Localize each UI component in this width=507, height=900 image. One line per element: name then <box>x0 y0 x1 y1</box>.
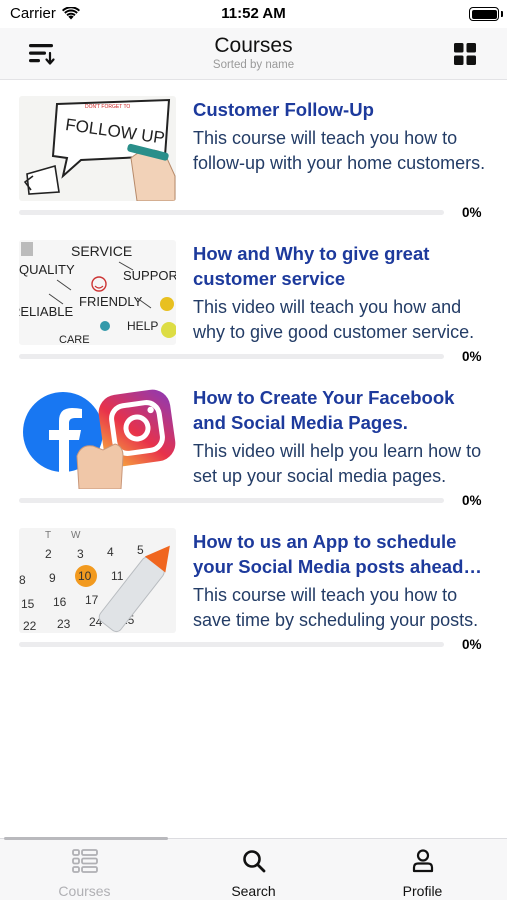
tab-search[interactable]: Search <box>169 839 338 900</box>
tab-bar: Courses Search Profile <box>0 837 507 900</box>
tab-profile[interactable]: Profile <box>338 839 507 900</box>
course-description: This course will teach you how to save t… <box>193 585 479 630</box>
svg-text:T: T <box>45 530 51 541</box>
svg-text:3: 3 <box>77 547 84 561</box>
svg-text:2: 2 <box>45 547 52 561</box>
course-item[interactable]: SERVICE QUALITY SUPPORT FRIENDLY RELIABL… <box>0 224 507 368</box>
svg-text:11: 11 <box>111 569 124 583</box>
course-thumbnail: T W 2 3 4 5 8 9 10 11 12 15 16 17 18 22 … <box>19 528 176 633</box>
course-thumbnail: DON'T FORGET TO FOLLOW UP <box>19 96 176 201</box>
course-item[interactable]: DON'T FORGET TO FOLLOW UP Customer Follo… <box>0 80 507 224</box>
sort-subtitle: Sorted by name <box>212 59 295 71</box>
tab-label: Profile <box>402 883 443 899</box>
tab-label: Courses <box>58 883 111 899</box>
page-title: Courses <box>214 34 293 57</box>
svg-text:QUALITY: QUALITY <box>19 262 75 277</box>
progress-percent: 0% <box>462 349 482 364</box>
course-title: How to us an App to schedule your Social… <box>193 531 482 577</box>
svg-text:17: 17 <box>85 593 99 607</box>
progress-percent: 0% <box>462 205 482 220</box>
course-thumbnail <box>19 384 176 489</box>
svg-text:16: 16 <box>53 595 67 609</box>
search-icon <box>242 850 265 873</box>
svg-text:RELIABLE: RELIABLE <box>19 304 73 319</box>
progress-percent: 0% <box>462 493 482 508</box>
course-title: How to Create Your Facebook and Social M… <box>193 387 455 433</box>
svg-text:CARE: CARE <box>59 334 90 345</box>
tab-label: Search <box>231 883 276 899</box>
course-thumbnail: SERVICE QUALITY SUPPORT FRIENDLY RELIABL… <box>19 240 176 345</box>
svg-text:SERVICE: SERVICE <box>71 243 132 259</box>
svg-text:5: 5 <box>137 543 144 557</box>
navigation-bar: Courses Sorted by name <box>0 28 507 80</box>
svg-text:8: 8 <box>19 573 26 587</box>
svg-text:W: W <box>71 530 81 541</box>
progress-percent: 0% <box>462 637 482 652</box>
svg-text:15: 15 <box>21 597 35 611</box>
grid-view-button[interactable] <box>449 38 481 70</box>
course-title: Customer Follow-Up <box>193 99 374 120</box>
profile-icon <box>412 849 433 873</box>
svg-text:4: 4 <box>107 545 114 559</box>
svg-text:HELP: HELP <box>127 319 158 333</box>
course-description: This course will teach you how to follow… <box>193 128 486 173</box>
svg-text:FRIENDLY: FRIENDLY <box>79 294 143 309</box>
svg-text:SUPPORT: SUPPORT <box>123 268 176 283</box>
course-description: This video will help you learn how to se… <box>193 441 482 486</box>
status-time: 11:52 AM <box>221 5 286 22</box>
tab-courses[interactable]: Courses <box>0 839 169 900</box>
svg-text:10: 10 <box>78 569 92 583</box>
course-description: This video will teach you how and why to… <box>193 297 475 342</box>
svg-text:DON'T FORGET TO: DON'T FORGET TO <box>85 104 130 110</box>
courses-list-icon <box>71 849 98 873</box>
battery-tip <box>501 11 503 17</box>
progress-bar <box>19 354 444 359</box>
progress-bar <box>19 642 444 647</box>
course-item[interactable]: How to Create Your Facebook and Social M… <box>0 368 507 512</box>
status-bar: Carrier 11:52 AM <box>0 0 507 28</box>
course-item[interactable]: T W 2 3 4 5 8 9 10 11 12 15 16 17 18 22 … <box>0 512 507 656</box>
battery-icon <box>469 7 499 21</box>
progress-bar <box>19 210 444 215</box>
progress-bar <box>19 498 444 503</box>
svg-text:23: 23 <box>57 617 71 631</box>
svg-text:22: 22 <box>23 619 37 633</box>
course-title: How and Why to give great customer servi… <box>193 243 430 289</box>
svg-text:9: 9 <box>49 571 56 585</box>
grid-view-icon <box>454 43 476 65</box>
